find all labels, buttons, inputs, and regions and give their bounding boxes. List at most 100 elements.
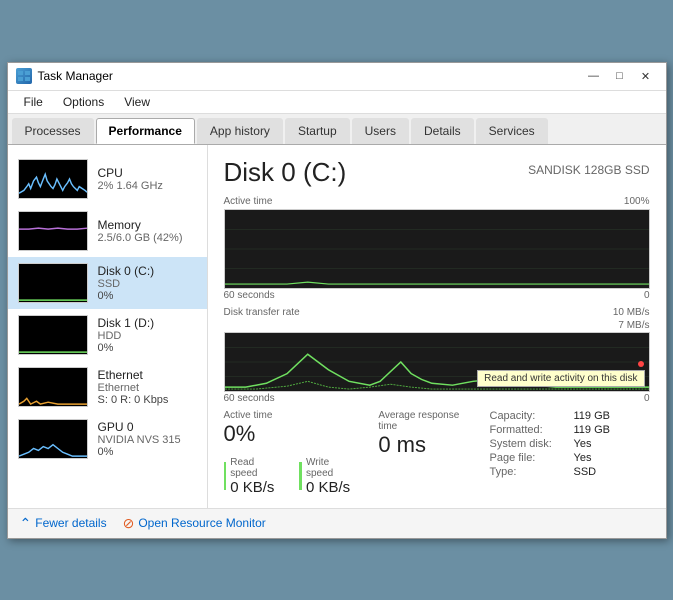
sidebar-item-disk0[interactable]: Disk 0 (C:) SSD 0% [8,257,207,309]
gpu-detail: NVIDIA NVS 315 [98,434,197,446]
left-stats: Active time 0% Read speed 0 KB/s [224,410,355,496]
chart2-label-row: Disk transfer rate 10 MB/s [224,307,650,318]
fewer-details-label: Fewer details [35,516,106,530]
active-time-section: Active time 100% 60 seconds 0 [224,196,650,301]
write-speed-label: Write speed [306,457,354,479]
active-time-stat: Active time 0% [224,410,355,447]
read-speed-value: 0 KB/s [230,479,279,496]
app-icon [16,68,32,84]
properties-section: Capacity: 119 GB Formatted: 119 GB Syste… [490,410,650,496]
chart1-time-left: 60 seconds [224,290,275,301]
minimize-button[interactable]: — [582,67,606,85]
prop-capacity: Capacity: 119 GB [490,410,650,422]
chart1-label-left: Active time [224,196,273,207]
chart1-time-right: 0 [644,290,650,301]
disk0-detail: SSD [98,278,197,290]
chart2-time-right: 0 [644,393,650,404]
tab-details[interactable]: Details [411,118,474,144]
tabs-bar: Processes Performance App history Startu… [8,114,666,145]
menu-file[interactable]: File [16,93,51,111]
close-button[interactable]: ✕ [634,67,658,85]
disk1-info: Disk 1 (D:) HDD 0% [98,316,197,354]
memory-info: Memory 2.5/6.0 GB (42%) [98,218,197,244]
fewer-details-icon: ⌃ [20,515,32,532]
detail-panel: Disk 0 (C:) SANDISK 128GB SSD Active tim… [208,145,666,508]
task-manager-window: Task Manager — □ ✕ File Options View Pro… [7,62,667,539]
active-time-label: Active time [224,410,355,421]
title-bar: Task Manager — □ ✕ [8,63,666,91]
maximize-button[interactable]: □ [608,67,632,85]
chart1-time-row: 60 seconds 0 [224,290,650,301]
tab-services[interactable]: Services [476,118,548,144]
title-bar-left: Task Manager [16,68,113,84]
cpu-info: CPU 2% 1.64 GHz [98,166,197,192]
ethernet-name: Ethernet [98,368,197,382]
detail-header: Disk 0 (C:) SANDISK 128GB SSD [224,157,650,188]
disk0-info: Disk 0 (C:) SSD 0% [98,264,197,302]
resource-monitor-label: Open Resource Monitor [138,516,265,530]
prop-system-disk: System disk: Yes [490,438,650,450]
sidebar: CPU 2% 1.64 GHz Memory 2.5/6.0 GB (42%) [8,145,208,508]
window-title: Task Manager [38,69,113,83]
gpu-chart [18,419,88,459]
resource-monitor-link[interactable]: ⊘ Open Resource Monitor [123,515,266,532]
tab-startup[interactable]: Startup [285,118,350,144]
prop-type: Type: SSD [490,466,650,478]
cpu-chart [18,159,88,199]
read-speed-item: Read speed 0 KB/s [224,457,280,496]
avg-response-value: 0 ms [378,432,473,458]
speed-row: Read speed 0 KB/s Write speed 0 KB/s [224,457,355,496]
chart2-secondary-label: 7 MB/s [618,320,649,331]
tab-app-history[interactable]: App history [197,118,283,144]
sidebar-item-memory[interactable]: Memory 2.5/6.0 GB (42%) [8,205,207,257]
read-speed-label: Read speed [230,457,279,479]
sidebar-item-ethernet[interactable]: Ethernet Ethernet S: 0 R: 0 Kbps [8,361,207,413]
disk0-percent: 0% [98,290,197,302]
avg-response-label: Average response time [378,410,473,432]
gpu-percent: 0% [98,446,197,458]
chart1-label-right: 100% [624,196,650,207]
title-bar-controls: — □ ✕ [582,67,658,85]
tab-users[interactable]: Users [352,118,409,144]
transfer-rate-section: Disk transfer rate 10 MB/s 7 MB/s [224,307,650,404]
ethernet-speed: S: 0 R: 0 Kbps [98,394,197,406]
ethernet-detail: Ethernet [98,382,197,394]
sidebar-item-cpu[interactable]: CPU 2% 1.64 GHz [8,153,207,205]
tab-processes[interactable]: Processes [12,118,94,144]
chart-tooltip: Read and write activity on this disk [477,370,644,387]
stats-bottom: Active time 0% Read speed 0 KB/s [224,410,650,496]
sidebar-item-gpu[interactable]: GPU 0 NVIDIA NVS 315 0% [8,413,207,465]
gpu-name: GPU 0 [98,420,197,434]
bottom-bar: ⌃ Fewer details ⊘ Open Resource Monitor [8,508,666,538]
disk1-percent: 0% [98,342,197,354]
write-speed-bar [299,462,302,490]
prop-formatted: Formatted: 119 GB [490,424,650,436]
menu-options[interactable]: Options [55,93,112,111]
gpu-info: GPU 0 NVIDIA NVS 315 0% [98,420,197,458]
sidebar-item-disk1[interactable]: Disk 1 (D:) HDD 0% [8,309,207,361]
menu-bar: File Options View [8,91,666,114]
chart2-time-left: 60 seconds [224,393,275,404]
active-time-value: 0% [224,421,355,447]
memory-name: Memory [98,218,197,232]
disk0-chart [18,263,88,303]
fewer-details-button[interactable]: ⌃ Fewer details [20,515,107,532]
chart2-time-row: 60 seconds 0 [224,393,650,404]
avg-response-stat: Average response time 0 ms [378,410,473,496]
memory-chart [18,211,88,251]
disk1-name: Disk 1 (D:) [98,316,197,330]
menu-view[interactable]: View [116,93,158,111]
cpu-detail: 2% 1.64 GHz [98,180,197,192]
write-speed-info: Write speed 0 KB/s [306,457,354,496]
disk1-chart [18,315,88,355]
chart1-label-row: Active time 100% [224,196,650,207]
read-speed-info: Read speed 0 KB/s [230,457,279,496]
active-time-chart [224,209,650,289]
memory-detail: 2.5/6.0 GB (42%) [98,232,197,244]
ethernet-info: Ethernet Ethernet S: 0 R: 0 Kbps [98,368,197,406]
cpu-name: CPU [98,166,197,180]
detail-subtitle: SANDISK 128GB SSD [528,163,649,177]
disk0-name: Disk 0 (C:) [98,264,197,278]
resource-monitor-icon: ⊘ [123,515,135,532]
tab-performance[interactable]: Performance [96,118,195,144]
